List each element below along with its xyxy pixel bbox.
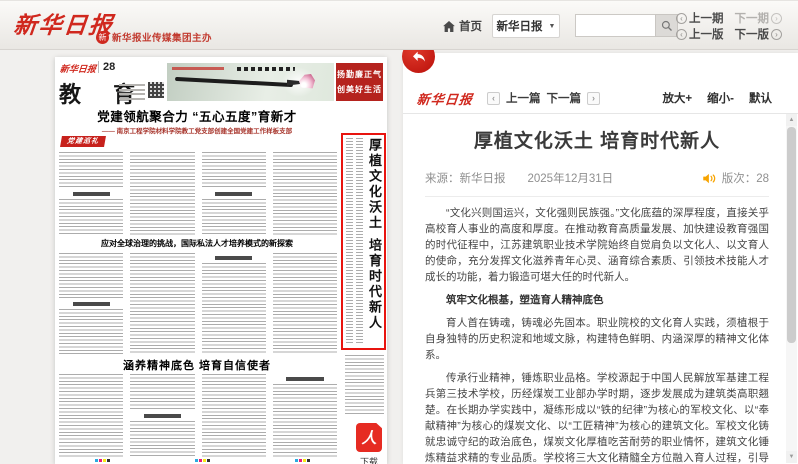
calligraphy-brush-icon [175, 77, 293, 87]
print-color-marks [95, 459, 110, 462]
article-paragraphs: “文化兴则国运兴，文化强则民族强。”文化底蕴的深厚程度，直接关乎高校育人事业的高… [425, 205, 769, 464]
next-article-arrow-icon[interactable]: › [587, 92, 600, 105]
scrollbar[interactable]: ▲ ▼ [786, 114, 797, 463]
newspaper-page-number: 28 [98, 61, 115, 73]
article-content: 厚植文化沃土 培育时代新人 来源：新华日报 2025年12月31日 版次：28 … [403, 114, 785, 464]
pdf-icon: 人 [361, 427, 376, 448]
pdf-download-label: 下载 [350, 455, 388, 464]
paragraph-subhead: 筑牢文化根基，塑造育人精神底色 [425, 292, 769, 308]
panel-logo: 新华日报 [416, 89, 474, 108]
next-page-button[interactable]: 下一版 › [735, 26, 783, 42]
prev-article-arrow-icon[interactable]: ‹ [487, 92, 500, 105]
newspaper-text-columns [59, 253, 337, 354]
scrollbar-thumb[interactable] [787, 127, 796, 343]
newspaper-headline-2: 应对全球治理的挑战，国际私法人才培养模式的新探索 [55, 238, 339, 249]
pdf-download-button[interactable]: 人 [356, 423, 382, 452]
fake-text-column [356, 138, 363, 345]
article-panel-header: 新华日报 ‹ 上一篇 下一篇 › 放大+ 缩小- 默认 [403, 83, 798, 113]
newspaper-text-column [345, 355, 384, 415]
paper-select-value: 新华日报 [497, 18, 543, 34]
font-size-controls: 放大+ 缩小- 默认 [662, 90, 772, 106]
search-button[interactable] [655, 14, 678, 37]
issue-page-pagination: ‹ 上一期 下一期 › ‹ 上一版 下一版 › [676, 10, 782, 42]
newspaper-page-thumbnail[interactable]: 新华日报 28 教 育 扬勤廉正气 创美好生活 党建领航聚合力 “五心五度”育新… [55, 57, 387, 464]
newspaper-banner-ad [167, 63, 334, 101]
zoom-reset-button[interactable]: 默认 [749, 90, 772, 106]
newspaper-column-label: 党建巡礼 [60, 136, 106, 147]
newspaper-date-info [119, 84, 145, 102]
prev-issue-label: 上一期 [689, 10, 724, 26]
newspaper-text-columns [59, 374, 337, 458]
search-icon [661, 20, 673, 32]
home-link[interactable]: 首页 [443, 18, 482, 34]
scrollbar-up-arrow[interactable]: ▲ [786, 114, 797, 126]
next-article-button[interactable]: 下一篇 [547, 90, 582, 106]
circle-left-arrow-icon: ‹ [676, 13, 687, 24]
media-group-byline: 新 新华报业传媒集团主办 [96, 30, 212, 44]
fake-text-column [346, 138, 353, 345]
highlighted-article-vertical-title: 厚植文化沃土 培育时代新人 [366, 138, 381, 345]
prev-article-button[interactable]: 上一篇 [506, 90, 541, 106]
newspaper-subtitle-1: —— 南京工程学院材料学院教工党支部创建全国党建工作样板支部 [55, 125, 339, 135]
back-arrow-icon [411, 49, 427, 65]
media-group-label: 新华报业传媒集团主办 [112, 30, 212, 44]
paragraph: 传承行业精神，锤炼职业品格。学校源起于中国人民解放军基建工程兵第三技术学校，历经… [425, 370, 769, 464]
newspaper-slogan-box: 扬勤廉正气 创美好生活 [336, 63, 383, 101]
newspaper-headline-3: 涵养精神底色 培育自信使者 [55, 357, 339, 373]
article-reader-panel: 新华日报 ‹ 上一篇 下一篇 › 放大+ 缩小- 默认 厚植文化沃土 培育时代新… [403, 53, 798, 464]
banner-small-red-text [172, 67, 224, 70]
slogan-line2: 创美好生活 [336, 82, 383, 97]
media-group-emblem-icon: 新 [96, 31, 109, 44]
paragraph: 育人首在铸魂，铸魂必先固本。职业院校的文化育人实践，须植根于自身独特的历史积淀和… [425, 315, 769, 363]
prev-page-label: 上一版 [689, 26, 724, 42]
home-icon [443, 21, 455, 32]
qr-code [148, 82, 164, 98]
search-box [575, 14, 678, 37]
article-title: 厚植文化沃土 培育时代新人 [425, 126, 769, 153]
circle-right-arrow-icon: › [771, 13, 782, 24]
newspaper-masthead-logo: 新华日报 [59, 62, 96, 75]
audio-speaker-icon[interactable] [702, 172, 717, 185]
article-navigation: ‹ 上一篇 下一篇 › [487, 90, 600, 106]
prev-issue-button[interactable]: ‹ 上一期 [676, 10, 724, 26]
home-label: 首页 [459, 18, 482, 34]
chevron-down-icon: ▼ [549, 23, 556, 30]
next-issue-button[interactable]: 下一期 › [735, 10, 783, 26]
zoom-out-button[interactable]: 缩小- [707, 90, 734, 106]
circle-right-arrow-icon: › [771, 29, 782, 40]
prev-page-button[interactable]: ‹ 上一版 [676, 26, 724, 42]
paragraph: “文化兴则国运兴，文化强则民族强。”文化底蕴的深厚程度，直接关乎高校育人事业的高… [425, 205, 769, 285]
next-issue-label: 下一期 [735, 10, 770, 26]
print-color-marks [195, 459, 210, 462]
paper-select-dropdown[interactable]: 新华日报 ▼ [492, 14, 560, 38]
slogan-line1: 扬勤廉正气 [336, 67, 383, 82]
newspaper-text-columns [59, 152, 337, 236]
highlighted-article-box[interactable]: 厚植文化沃土 培育时代新人 [341, 133, 386, 350]
top-bar: 新华日报 新 新华报业传媒集团主办 首页 新华日报 ▼ ‹ 上一期 下一期 › [0, 0, 798, 50]
newspaper-headline-1: 党建领航聚合力 “五心五度”育新才 [55, 106, 339, 125]
divider [425, 196, 769, 197]
article-date: 2025年12月31日 [528, 170, 614, 186]
article-source: 来源：新华日报 [425, 170, 506, 186]
circle-left-arrow-icon: ‹ [676, 29, 687, 40]
article-meta: 来源：新华日报 2025年12月31日 版次：28 [425, 170, 769, 186]
article-edition: 版次：28 [722, 170, 769, 186]
zoom-in-button[interactable]: 放大+ [662, 90, 692, 106]
scrollbar-down-arrow[interactable]: ▼ [786, 451, 797, 463]
search-input[interactable] [575, 14, 655, 37]
next-page-label: 下一版 [735, 26, 770, 42]
print-color-marks [295, 459, 310, 462]
